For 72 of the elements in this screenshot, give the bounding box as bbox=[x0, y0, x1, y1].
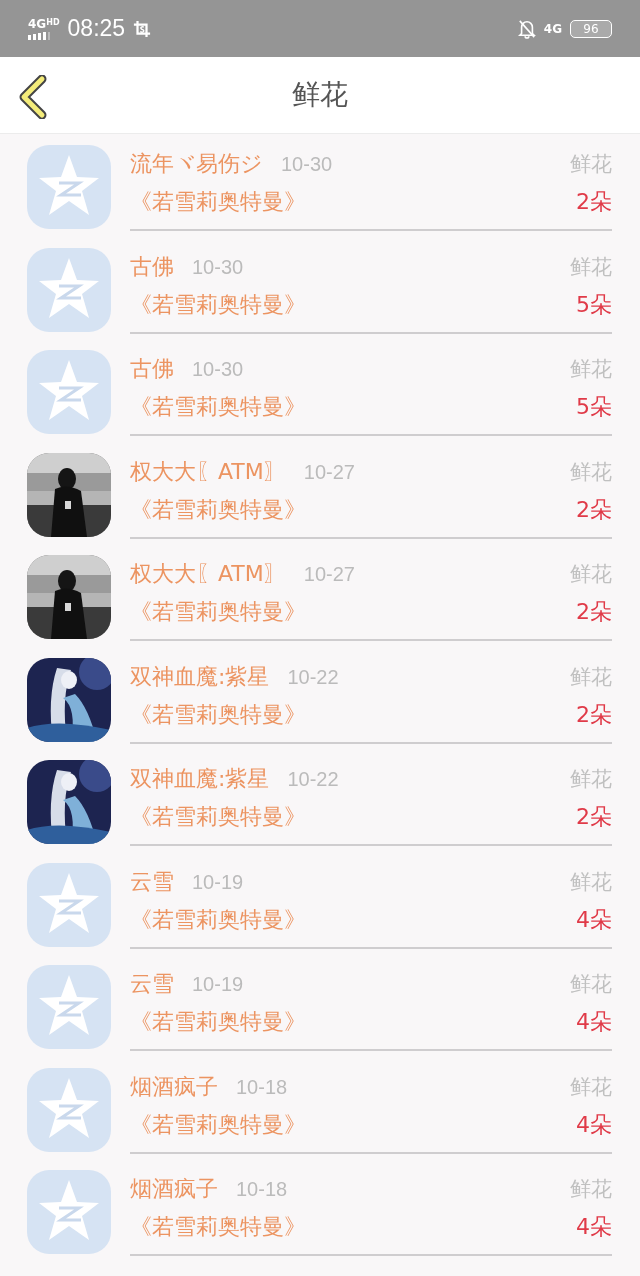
gift-date: 10-27 bbox=[303, 563, 355, 586]
page-title: 鲜花 bbox=[292, 77, 348, 113]
gift-type: 鲜花 bbox=[570, 253, 612, 281]
gift-type: 鲜花 bbox=[570, 356, 612, 383]
flower-count: 5朵 bbox=[576, 290, 612, 319]
default-avatar-icon bbox=[27, 965, 111, 1049]
network-type: 4G bbox=[28, 17, 47, 30]
book-title: 《若雪莉奥特曼》 bbox=[130, 495, 306, 524]
book-title: 《若雪莉奥特曼》 bbox=[130, 188, 306, 216]
flower-count: 5朵 bbox=[576, 393, 612, 421]
sender-name: 云雪 bbox=[130, 867, 174, 896]
flower-count: 2朵 bbox=[576, 598, 612, 626]
book-title: 《若雪莉奥特曼》 bbox=[130, 1213, 306, 1241]
default-avatar-icon bbox=[27, 1067, 111, 1152]
flower-count: 4朵 bbox=[576, 1008, 612, 1036]
sender-name: 双神血魔:紫星 bbox=[130, 765, 270, 793]
default-avatar-icon bbox=[27, 1170, 111, 1254]
gift-type: 鲜花 bbox=[570, 151, 612, 178]
default-avatar-icon bbox=[27, 247, 111, 332]
sender-name: 云雪 bbox=[130, 970, 174, 998]
flower-count: 4朵 bbox=[576, 905, 612, 934]
book-title: 《若雪莉奥特曼》 bbox=[130, 700, 306, 729]
default-avatar-icon bbox=[27, 145, 111, 229]
gift-date: 10-19 bbox=[192, 973, 244, 996]
gift-type: 鲜花 bbox=[570, 1176, 612, 1203]
clock: 08:25 bbox=[67, 15, 126, 42]
gift-date: 10-27 bbox=[303, 460, 355, 484]
sender-name: 流年ヾ易伤ジ bbox=[130, 150, 263, 178]
book-title: 《若雪莉奥特曼》 bbox=[130, 290, 306, 319]
sender-name: 权大大〖ATM〗 bbox=[130, 457, 286, 486]
flower-count: 4朵 bbox=[576, 1213, 612, 1241]
hd-label: HD bbox=[46, 17, 60, 27]
book-title: 《若雪莉奥特曼》 bbox=[130, 1110, 306, 1139]
sender-name: 古佛 bbox=[130, 355, 174, 383]
network-type: 4G bbox=[543, 21, 562, 36]
sender-name: 烟酒疯子 bbox=[130, 1072, 218, 1101]
gift-date: 10-18 bbox=[236, 1075, 288, 1099]
gift-type: 鲜花 bbox=[570, 458, 612, 486]
flower-count: 2朵 bbox=[576, 495, 612, 524]
gift-date: 10-22 bbox=[287, 665, 339, 689]
gift-type: 鲜花 bbox=[570, 766, 612, 793]
book-title: 《若雪莉奥特曼》 bbox=[130, 803, 306, 831]
gift-date: 10-30 bbox=[192, 358, 244, 381]
gift-type: 鲜花 bbox=[570, 663, 612, 691]
battery-level: 96 bbox=[583, 21, 599, 36]
back-icon[interactable] bbox=[18, 75, 48, 119]
flower-count: 4朵 bbox=[576, 1110, 612, 1139]
sender-name: 双神血魔:紫星 bbox=[130, 662, 270, 691]
gift-type: 鲜花 bbox=[570, 1073, 612, 1101]
gift-date: 10-30 bbox=[281, 153, 333, 176]
sender-name: 权大大〖ATM〗 bbox=[130, 560, 286, 588]
signal-icon bbox=[28, 31, 50, 40]
gift-date: 10-18 bbox=[236, 1178, 288, 1201]
gift-type: 鲜花 bbox=[570, 868, 612, 896]
book-title: 《若雪莉奥特曼》 bbox=[130, 1008, 306, 1036]
flower-count: 2朵 bbox=[576, 188, 612, 216]
sender-name: 烟酒疯子 bbox=[130, 1175, 218, 1203]
gift-date: 10-22 bbox=[287, 768, 339, 791]
book-title: 《若雪莉奥特曼》 bbox=[130, 598, 306, 626]
bell-off-icon bbox=[517, 18, 536, 39]
gift-date: 10-19 bbox=[192, 870, 244, 894]
sender-name: 古佛 bbox=[130, 252, 174, 281]
default-avatar-icon bbox=[27, 350, 111, 434]
screenshot-icon bbox=[133, 19, 152, 38]
gift-type: 鲜花 bbox=[570, 561, 612, 588]
default-avatar-icon bbox=[27, 862, 111, 947]
book-title: 《若雪莉奥特曼》 bbox=[130, 393, 306, 421]
book-title: 《若雪莉奥特曼》 bbox=[130, 905, 306, 934]
flower-count: 2朵 bbox=[576, 700, 612, 729]
gift-date: 10-30 bbox=[192, 255, 244, 279]
gift-type: 鲜花 bbox=[570, 971, 612, 998]
flower-count: 2朵 bbox=[576, 803, 612, 831]
